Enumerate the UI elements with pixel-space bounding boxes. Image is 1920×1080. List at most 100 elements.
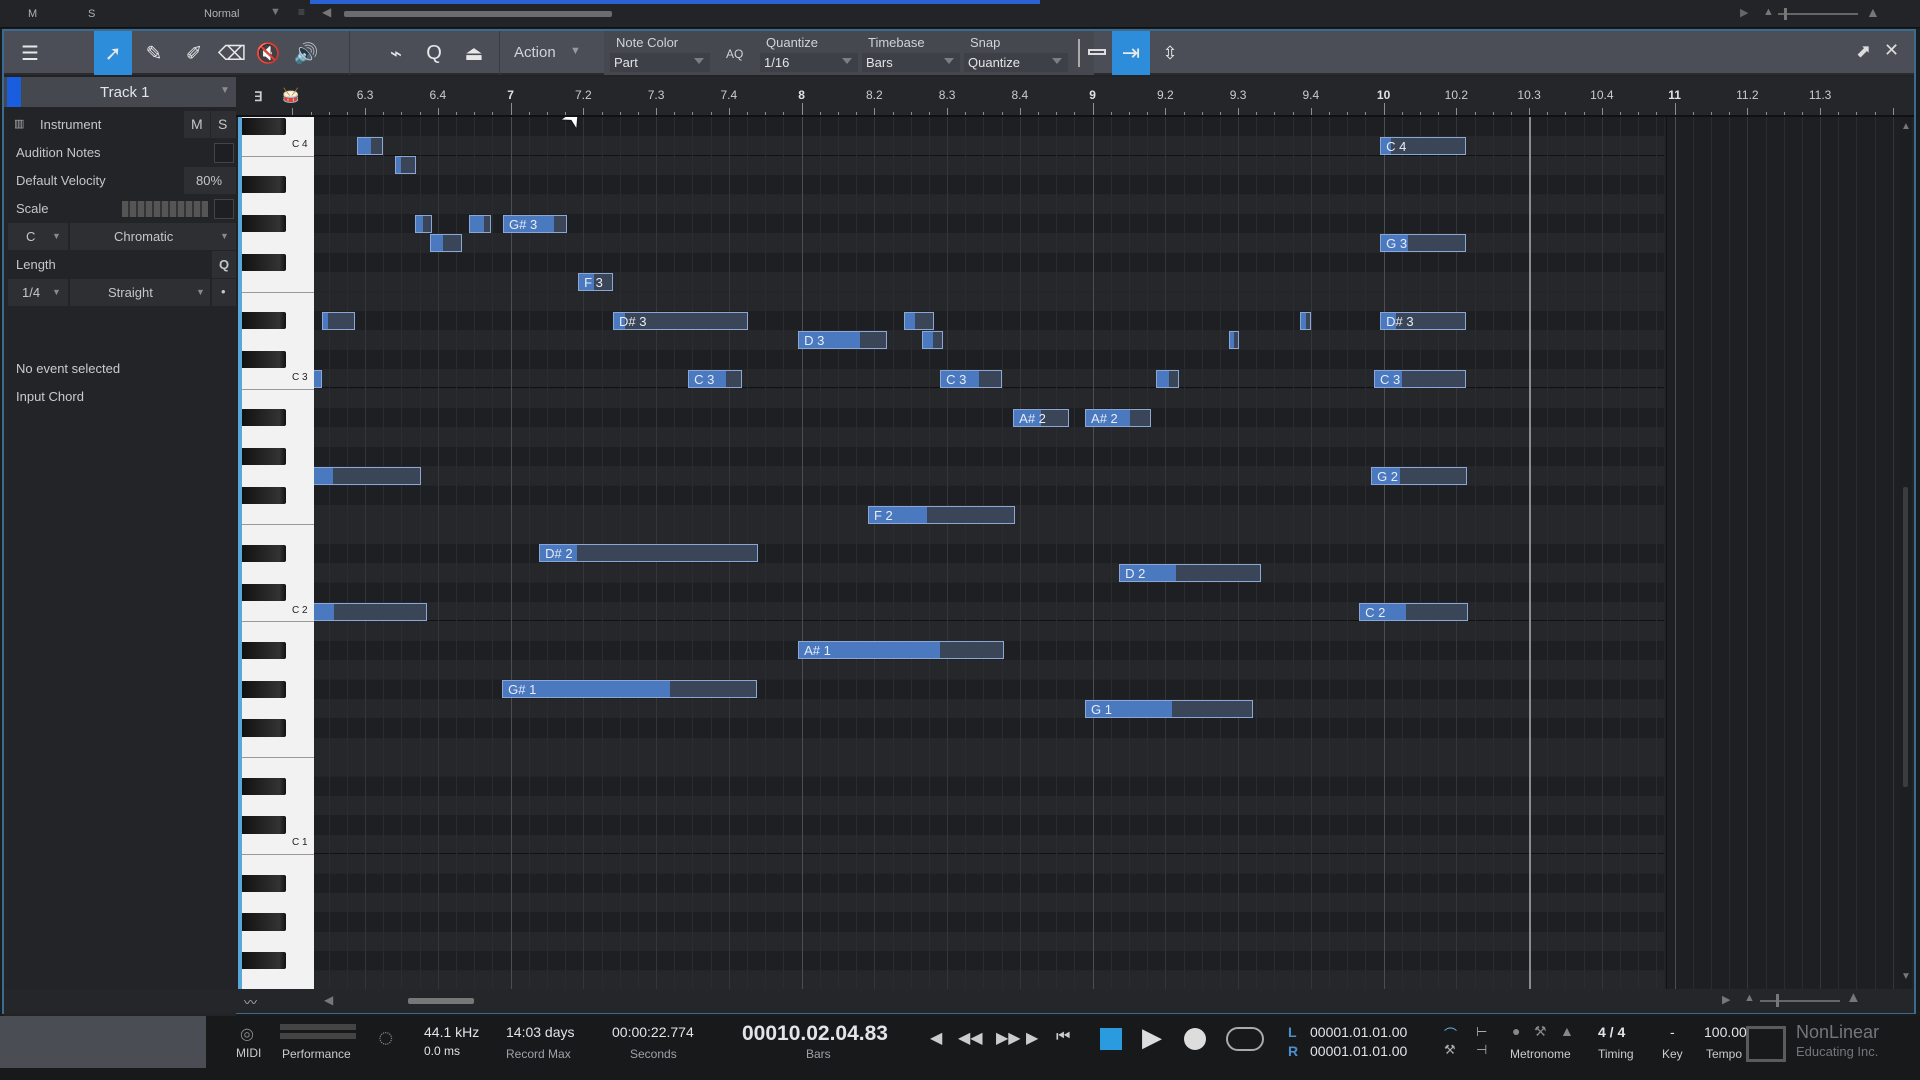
scroll-left-icon[interactable]: ◀ [322,5,331,19]
mute-button[interactable]: M [28,8,37,20]
midi-note[interactable] [429,234,462,252]
scale-root-select[interactable]: C ▼ [8,223,68,250]
auto-quantize-button[interactable]: AQ [726,47,743,61]
stop-button[interactable] [1100,1028,1122,1050]
metronome-icon[interactable]: ▲ [1560,1023,1574,1039]
midi-note[interactable]: F 2 [867,505,1015,524]
pencil-tool-icon[interactable]: ✎ [134,31,174,75]
bars-position[interactable]: 00010.02.04.83 [742,1022,888,1046]
timeline-ruler[interactable]: ∃ 🥁 6.3 6.4 7 7.2 7.3 7.4 8 8.2 8.3 8.4 9 9.2 9.3 9.4… [236,77,1914,117]
black-key[interactable] [242,816,286,834]
black-key[interactable] [242,486,286,504]
click-icon[interactable]: ● [1512,1023,1520,1039]
tempo-value[interactable]: 100.00 [1704,1024,1747,1040]
midi-note[interactable]: D 2 [1119,563,1262,582]
audition-notes-checkbox[interactable] [214,143,234,163]
midi-note[interactable] [922,331,943,349]
zoom-in-icon[interactable]: ▲ [1846,989,1861,1006]
scroll-right-icon[interactable]: ▶ [1740,6,1748,19]
action-dropdown-icon[interactable]: ▼ [570,45,581,57]
midi-note[interactable]: D# 3 [1380,311,1467,330]
dropdown-arrow-icon[interactable]: ▼ [270,6,281,18]
black-key[interactable] [242,952,286,970]
black-key[interactable] [242,680,286,698]
listen-tool-icon[interactable]: 🔊 [286,31,326,75]
midi-note[interactable]: C 2 [1359,602,1469,621]
mute-tool-icon[interactable]: 🔇 [248,31,288,75]
menu-icon[interactable]: ☰ [10,31,50,75]
detach-icon[interactable]: ⬈ [1856,41,1871,62]
midi-note[interactable] [1300,311,1312,330]
midi-note[interactable] [1229,331,1239,349]
vertical-scrollbar-thumb[interactable] [1903,487,1908,787]
wrench-icon[interactable]: ⚒ [1444,1042,1456,1058]
scale-checkbox[interactable] [214,199,234,219]
track-selector[interactable]: Track 1 ▼ [4,77,236,107]
length-quantize-button[interactable]: Q [212,251,236,278]
record-button[interactable] [1184,1028,1206,1050]
black-key[interactable] [242,913,286,931]
input-chord-button[interactable]: Input Chord [16,389,84,404]
black-key[interactable] [242,719,286,737]
punch-icon[interactable]: ⌒ [1444,1024,1457,1043]
loop-button[interactable] [1226,1027,1264,1051]
midi-note[interactable] [314,602,428,621]
quantize-icon[interactable]: Q [414,31,454,75]
midi-note[interactable]: A# 2 [1085,408,1152,427]
solo-button[interactable]: S [211,111,236,138]
black-key[interactable] [242,408,286,427]
fit-icon[interactable]: ⇳ [1152,31,1188,75]
mode-select[interactable]: Normal [204,8,239,20]
loop-right-value[interactable]: 00001.01.01.00 [1310,1043,1407,1059]
return-to-zero-icon[interactable]: ⏮ [1056,1028,1070,1046]
midi-note[interactable] [414,214,432,233]
rewind-start-icon[interactable]: ◀ [930,1028,942,1048]
zoom-in-icon[interactable]: ▲ [1866,4,1880,20]
midi-note[interactable]: C 4 [1380,137,1467,155]
black-key[interactable] [242,583,286,601]
song-end-marker[interactable] [1529,117,1532,989]
midi-note[interactable] [314,369,322,388]
eraser-tool-icon[interactable]: ⌫ [212,31,252,75]
midi-note[interactable] [356,137,383,155]
solo-button[interactable]: S [88,8,95,20]
length-tool-icon[interactable]: ⏏ [454,31,494,75]
default-velocity-field[interactable]: 80% [184,167,236,194]
scroll-right-icon[interactable]: ▶ [1722,993,1730,1006]
midi-note[interactable]: C 3 [940,369,1003,388]
arrow-tool-icon[interactable]: ➚ [94,31,132,75]
quantize-select[interactable]: 1/16 [760,53,858,72]
automation-icon[interactable]: 〰 [244,992,257,1011]
black-key[interactable] [242,253,286,272]
midi-note[interactable]: C 3 [1373,369,1467,388]
preroll-icon[interactable]: ⊣ [1476,1042,1487,1058]
length-mode-select[interactable]: Straight ▼ [70,279,210,306]
note-color-select[interactable]: Part [610,53,710,72]
timebase-select[interactable]: Bars [862,53,960,72]
fast-forward-icon[interactable]: ▶▶ [996,1028,1021,1048]
black-key[interactable] [242,544,286,563]
paint-tool-icon[interactable]: ✐ [174,31,214,75]
black-key[interactable] [242,311,286,330]
midi-note[interactable] [321,311,355,330]
horizontal-scrollbar[interactable] [344,11,612,17]
black-key[interactable] [242,350,286,369]
transform-tool-icon[interactable]: ⌁ [376,31,416,75]
zoom-slider-handle[interactable] [1776,994,1779,1007]
metronome-settings-icon[interactable]: ⚒ [1534,1023,1547,1040]
zoom-out-icon[interactable]: ▲ [1763,6,1774,18]
snap-grid-icon[interactable] [1088,49,1106,55]
scroll-left-icon[interactable]: ◀ [324,993,333,1007]
black-key[interactable] [242,641,286,660]
time-signature[interactable]: 4 / 4 [1598,1024,1625,1040]
midi-note[interactable]: C 3 [688,369,743,388]
snap-to-events-icon[interactable]: ⇥ [1112,31,1150,75]
midi-note[interactable] [395,156,416,175]
play-button[interactable]: ▶ [1142,1022,1162,1053]
horizontal-scrollbar[interactable] [408,998,474,1004]
scroll-down-icon[interactable]: ▼ [1901,971,1911,982]
list-icon[interactable]: ≡ [298,5,305,19]
zoom-out-icon[interactable]: ▲ [1744,992,1755,1004]
midi-note[interactable]: G 1 [1085,699,1253,718]
black-key[interactable] [242,176,286,194]
